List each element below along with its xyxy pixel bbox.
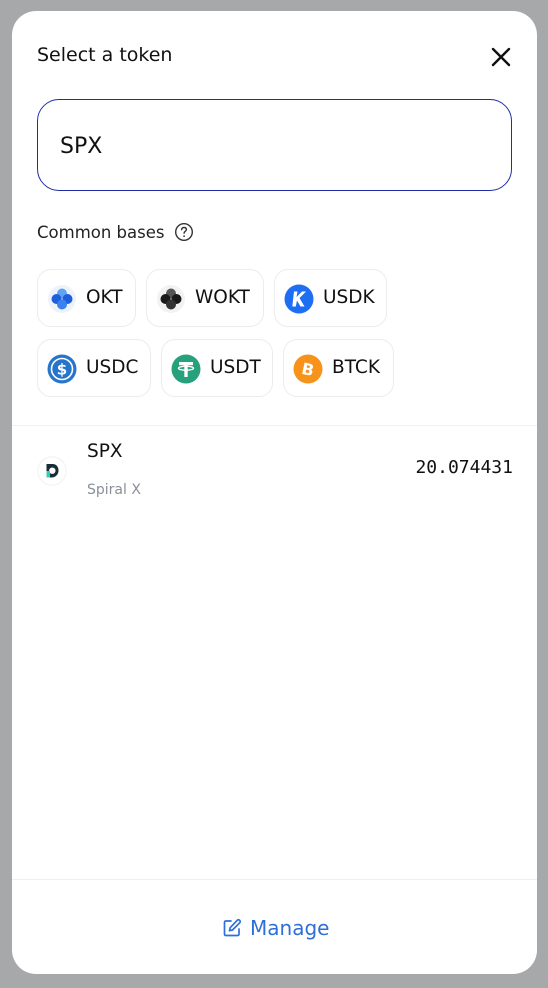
common-base-symbol: USDT — [210, 357, 261, 378]
btck-logo-icon: B — [293, 354, 323, 384]
manage-label: Manage — [250, 916, 330, 940]
select-token-modal: Select a token Common bases OKT — [12, 11, 537, 974]
common-base-okt[interactable]: OKT — [37, 269, 136, 327]
common-base-symbol: OKT — [86, 287, 123, 308]
token-search-input[interactable] — [58, 100, 482, 192]
common-base-usdk[interactable]: USDK — [274, 269, 387, 327]
common-base-symbol: USDK — [323, 287, 375, 308]
usdt-logo-icon — [171, 354, 201, 384]
token-symbol: SPX — [87, 441, 123, 462]
token-search-field[interactable] — [37, 99, 512, 192]
wokt-logo-icon — [157, 285, 185, 313]
common-base-wokt[interactable]: WOKT — [146, 269, 264, 327]
question-circle-icon[interactable] — [174, 222, 194, 242]
usdc-logo-icon: $ — [47, 354, 77, 384]
okt-logo-icon — [48, 285, 76, 313]
common-base-btck[interactable]: B BTCK — [283, 339, 394, 397]
common-base-symbol: WOKT — [195, 287, 250, 308]
common-base-symbol: USDC — [86, 357, 139, 378]
token-list-item[interactable]: SPX Spiral X 20.074431 — [12, 431, 537, 517]
common-base-usdc[interactable]: $ USDC — [37, 339, 151, 397]
common-bases-header: Common bases — [37, 219, 194, 245]
common-base-usdt[interactable]: USDT — [161, 339, 273, 397]
token-name: Spiral X — [87, 482, 141, 498]
edit-icon — [223, 918, 242, 937]
footer-divider — [12, 879, 537, 880]
usdk-logo-icon — [284, 284, 314, 314]
svg-text:$: $ — [57, 361, 67, 379]
modal-header: Select a token — [37, 44, 512, 72]
manage-button[interactable]: Manage — [222, 914, 329, 942]
list-divider — [12, 425, 537, 426]
modal-title: Select a token — [37, 44, 173, 66]
common-bases-label: Common bases — [37, 222, 165, 242]
token-balance: 20.074431 — [415, 457, 513, 478]
close-icon[interactable] — [490, 46, 512, 68]
common-base-symbol: BTCK — [332, 357, 380, 378]
spiral-x-logo-icon — [37, 456, 67, 486]
